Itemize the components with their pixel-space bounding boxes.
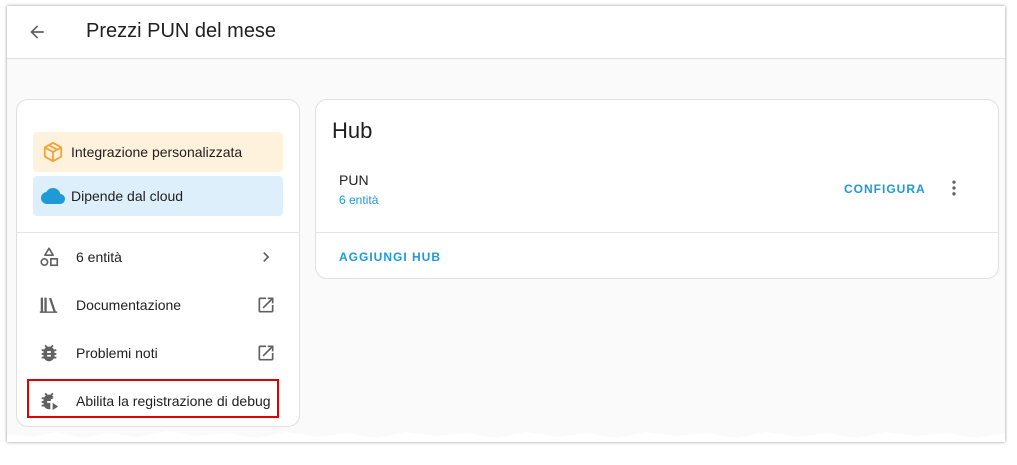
cloud-label: Dipende dal cloud (71, 188, 184, 204)
custom-integration-label: Integrazione personalizzata (71, 144, 243, 160)
divider (17, 232, 299, 233)
page-title: Prezzi PUN del mese (86, 20, 277, 42)
custom-integration-badge: Integrazione personalizzata (33, 132, 283, 172)
add-hub-button[interactable]: AGGIUNGI HUB (339, 250, 441, 264)
back-button[interactable] (23, 18, 51, 46)
divider (316, 232, 998, 233)
integration-info-card: Integrazione personalizzata Dipende dal … (16, 99, 300, 427)
entities-link[interactable]: 6 entità (17, 237, 299, 277)
app-window: Prezzi PUN del mese Integrazione persona… (7, 6, 1005, 442)
dots-vertical-icon (952, 180, 956, 196)
bug-play-icon (37, 389, 61, 413)
torn-edge-decoration (7, 431, 1005, 442)
documentation-link[interactable]: Documentazione (17, 285, 299, 325)
hub-card: Hub PUN 6 entità CONFIGURA AGGIUNGI HUB (315, 99, 999, 279)
entities-link-label: 6 entità (76, 249, 122, 265)
cloud-badge: Dipende dal cloud (33, 176, 283, 216)
package-icon (41, 140, 65, 164)
known-issues-link[interactable]: Problemi noti (17, 333, 299, 373)
chevron-right-icon (254, 245, 278, 269)
configure-button[interactable]: CONFIGURA (844, 182, 926, 196)
enable-debug-logging-link[interactable]: Abilita la registrazione di debug (17, 381, 299, 421)
hub-entry-name: PUN (339, 172, 369, 188)
open-in-new-icon (254, 341, 278, 365)
hub-entry-entities-link[interactable]: 6 entità (339, 193, 378, 207)
enable-debug-logging-label: Abilita la registrazione di debug (76, 393, 271, 409)
shapes-icon (37, 245, 61, 269)
open-in-new-icon (254, 293, 278, 317)
known-issues-link-label: Problemi noti (76, 345, 158, 361)
hub-card-title: Hub (332, 118, 373, 143)
more-options-button[interactable] (942, 176, 966, 200)
arrow-left-icon (30, 25, 44, 39)
bug-icon (37, 341, 61, 365)
documentation-link-label: Documentazione (76, 297, 182, 313)
bookshelf-icon (37, 293, 61, 317)
cloud-icon (41, 184, 65, 208)
top-app-bar: Prezzi PUN del mese (7, 6, 1005, 59)
